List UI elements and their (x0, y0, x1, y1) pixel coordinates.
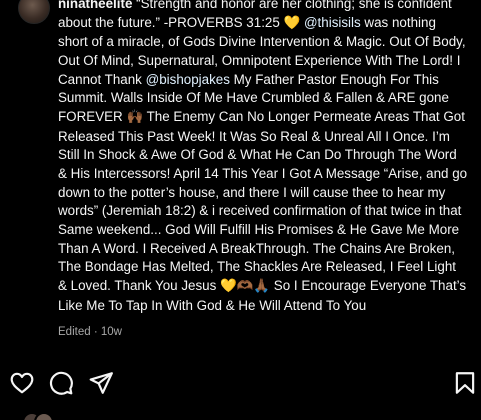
post-meta: Edited · 10w (58, 326, 122, 338)
action-bar (0, 370, 481, 400)
avatar[interactable] (18, 0, 50, 24)
likes-row[interactable] (0, 410, 481, 420)
username-link[interactable]: ninatheelite (58, 0, 132, 11)
raised-hands-emoji: 🙌🏾 (126, 109, 144, 125)
comment-bubble-icon[interactable] (48, 370, 74, 396)
closing-emojis: 💛🫶🏾🙏🏾 (220, 278, 271, 294)
yellow-heart-emoji: 💛 (283, 15, 301, 31)
mention-bishopjakes[interactable]: @bishopjakes (146, 72, 230, 87)
mention-thisisils[interactable]: @thisisils (304, 15, 361, 30)
post-age[interactable]: 10w (101, 326, 122, 338)
post-caption: ninatheelite “Strength and honor are her… (58, 0, 468, 315)
bookmark-icon[interactable] (452, 370, 478, 396)
meta-separator: · (93, 326, 98, 338)
liker-avatar (34, 412, 54, 420)
heart-outline-icon[interactable] (9, 370, 35, 396)
edited-label: Edited (58, 326, 91, 338)
caption-text-3: The Enemy Can No Longer Permeate Areas T… (58, 108, 468, 293)
paper-plane-icon[interactable] (88, 370, 114, 396)
instagram-post-caption-view: ninatheelite “Strength and honor are her… (0, 0, 481, 420)
